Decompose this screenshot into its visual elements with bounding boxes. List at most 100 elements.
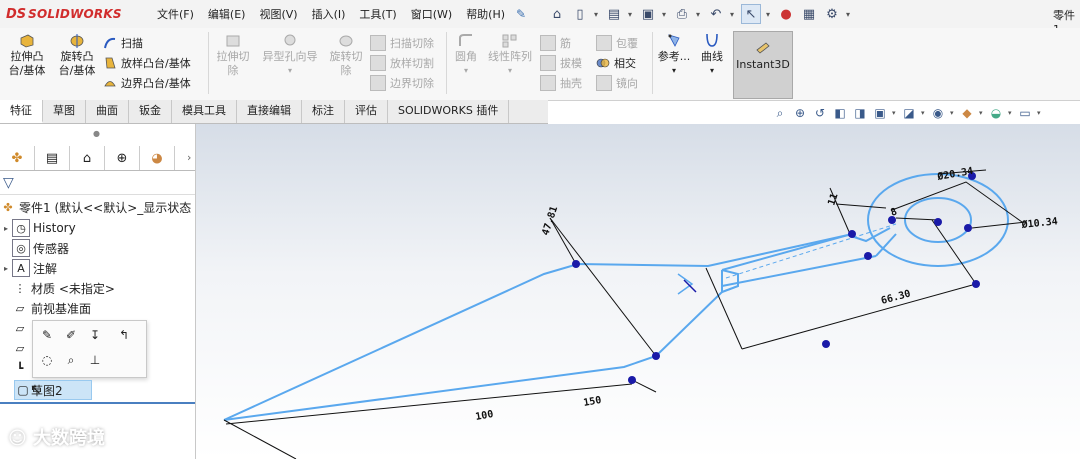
tab-addins[interactable]: SOLIDWORKS 插件 [388,100,510,123]
reference-geometry-button[interactable]: 参考... ▾ [656,32,692,78]
chevron-down-icon[interactable]: ▾ [656,64,692,78]
tree-item-annotations[interactable]: ▸ A 注解 [0,258,57,278]
sketch-point[interactable] [628,376,636,384]
zoom-to-fit-icon[interactable]: ⌕ [772,105,788,121]
extrude-cut-button[interactable]: 拉伸切 除 [212,32,254,78]
hide-icon[interactable]: ◌ [38,351,56,369]
sketch-point[interactable] [934,218,942,226]
menu-insert[interactable]: 插入(I) [305,6,353,22]
tree-item-origin[interactable]: ┗ [0,358,31,378]
rib-button[interactable]: 筋 [540,34,571,52]
sketch-point[interactable] [822,340,830,348]
normal-to-icon[interactable]: ⊥ [86,351,104,369]
sweep-cut-button[interactable]: 扫描切除 [370,34,434,52]
tree-item-front-plane[interactable]: ▱ 前视基准面 [0,298,91,318]
pin-icon[interactable]: ✎ [516,7,526,21]
edit-appearance-icon[interactable]: ◆ [959,105,975,121]
revolve-boss-button[interactable]: 旋转凸 台/基体 [54,32,100,78]
tab-mold-tools[interactable]: 模具工具 [172,100,237,123]
tab-sheet-metal[interactable]: 钣金 [129,100,172,123]
open-folder-icon[interactable]: ▤ [605,5,623,23]
chevron-down-icon[interactable]: ▾ [696,10,702,19]
chevron-down-icon[interactable]: ▾ [1008,109,1013,117]
draft-button[interactable]: 拔模 [540,54,582,72]
fillet-button[interactable]: 圆角 ▾ [450,32,482,78]
edit-feature-icon[interactable]: ✐ [62,326,80,344]
intersect-button[interactable]: 相交 [596,54,636,72]
chevron-down-icon[interactable]: ▾ [846,10,852,19]
return-icon[interactable]: ↰ [115,326,133,344]
tree-rollback-bar[interactable] [0,402,195,404]
dynamic-annotation-icon[interactable]: ◨ [852,105,868,121]
chevron-down-icon[interactable]: ▾ [1037,109,1042,117]
chevron-right-icon[interactable]: ▸ [0,224,12,233]
chevron-down-icon[interactable]: ▾ [450,64,482,78]
tree-item-top-plane[interactable]: ▱ [0,318,31,338]
tree-item-sketch2[interactable]: ▢ 草图2 [14,380,92,400]
menu-edit[interactable]: 编辑(E) [201,6,253,22]
zoom-to-selection-icon[interactable]: ⌕ [62,351,80,369]
menu-tools[interactable]: 工具(T) [352,6,403,22]
apply-scene-icon[interactable]: ◒ [988,105,1004,121]
chevron-down-icon[interactable]: ▾ [950,109,955,117]
sketch-point[interactable] [864,252,872,260]
menu-view[interactable]: 视图(V) [252,6,304,22]
chevron-down-icon[interactable]: ▾ [979,109,984,117]
menu-help[interactable]: 帮助(H) [459,6,512,22]
chevron-down-icon[interactable]: ▾ [892,109,897,117]
mirror-button[interactable]: 镜向 [596,74,638,92]
home-icon[interactable]: ⌂ [548,5,566,23]
display-manager-tab-icon[interactable]: ◕ [140,146,175,170]
feature-manager-tab-icon[interactable]: ✤ [0,146,35,170]
instant3d-button[interactable]: Instant3D [733,31,793,99]
curves-button[interactable]: 曲线 ▾ [696,32,728,78]
boundary-boss-button[interactable]: 边界凸台/基体 [103,74,191,92]
edit-sketch-icon[interactable]: ✎ [38,326,56,344]
section-view-icon[interactable]: ◧ [832,105,848,121]
panel-grip[interactable]: ● [93,129,100,138]
solidworks-logo[interactable]: DS SOLIDWORKS [6,5,122,23]
sketch-point[interactable] [572,260,580,268]
graphics-area[interactable]: 100 150 66.30 Ø10.34 Ø20.34 47.81 11 8 [196,124,1080,459]
tab-evaluate[interactable]: 评估 [345,100,388,123]
display-style-icon[interactable]: ◪ [901,105,917,121]
loft-cut-button[interactable]: 放样切割 [370,54,434,72]
property-manager-tab-icon[interactable]: ▤ [35,146,70,170]
menu-window[interactable]: 窗口(W) [404,6,459,22]
configuration-manager-tab-icon[interactable]: ⌂ [70,146,105,170]
chevron-down-icon[interactable]: ▾ [921,109,926,117]
chevron-down-icon[interactable]: ▾ [766,10,772,19]
linear-pattern-button[interactable]: 线性阵列 ▾ [484,32,536,78]
tree-item-history[interactable]: ▸ ◷ History [0,218,76,238]
chevron-down-icon[interactable]: ▾ [628,10,634,19]
extrude-boss-button[interactable]: 拉伸凸 台/基体 [4,32,50,78]
chevron-down-icon[interactable]: ▾ [258,64,322,78]
sweep-button[interactable]: 扫描 [103,34,143,52]
shell-button[interactable]: 抽壳 [540,74,582,92]
tab-direct-editing[interactable]: 直接编辑 [237,100,302,123]
revolve-cut-button[interactable]: 旋转切 除 [326,32,366,78]
boundary-cut-button[interactable]: 边界切除 [370,74,434,92]
tree-item-right-plane[interactable]: ▱ [0,338,31,358]
tree-item-material[interactable]: ⋮ 材质 <未指定> [0,278,115,298]
tree-item-sensors[interactable]: ◎ 传感器 [0,238,69,258]
undo-icon[interactable]: ↶ [707,5,725,23]
hide-show-items-icon[interactable]: ◉ [930,105,946,121]
tab-features[interactable]: 特征 [0,100,43,123]
tree-root-part[interactable]: ✤ 零件1 (默认<<默认>_显示状态 [0,197,191,217]
sketch-canvas[interactable]: 100 150 66.30 Ø10.34 Ø20.34 47.81 11 8 [196,124,1080,459]
chevron-right-icon[interactable]: ▸ [0,264,12,273]
previous-view-icon[interactable]: ↺ [812,105,828,121]
hole-wizard-button[interactable]: 异型孔向导 ▾ [258,32,322,78]
tab-sketch[interactable]: 草图 [43,100,86,123]
menu-file[interactable]: 文件(F) [150,6,201,22]
dimxpert-manager-tab-icon[interactable]: ⊕ [105,146,140,170]
tab-surfaces[interactable]: 曲面 [86,100,129,123]
sketch-point[interactable] [848,230,856,238]
view-settings-icon[interactable]: ▭ [1017,105,1033,121]
select-pointer-icon[interactable]: ↖ [741,4,761,24]
gear-icon[interactable]: ⚙ [823,5,841,23]
filter-icon[interactable]: ▽ [3,175,14,191]
sketch-point[interactable] [652,352,660,360]
loft-boss-button[interactable]: 放样凸台/基体 [103,54,191,72]
